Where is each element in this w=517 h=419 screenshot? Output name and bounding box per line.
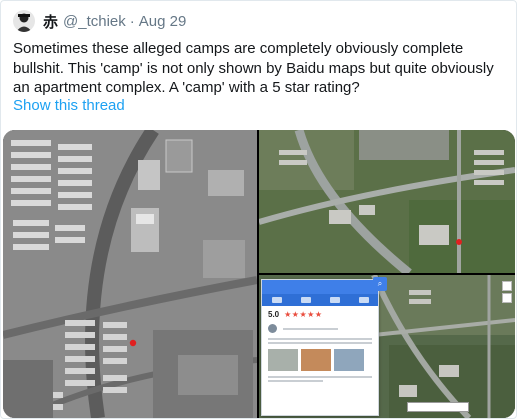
search-icon[interactable]: ⌕ bbox=[373, 277, 387, 291]
reviewer-avatar bbox=[268, 324, 277, 333]
panel-tab-icon[interactable] bbox=[329, 297, 340, 303]
aerial-photo-bw[interactable] bbox=[3, 130, 257, 418]
panel-tab-icon[interactable] bbox=[271, 297, 282, 303]
satellite-photo-color[interactable] bbox=[259, 130, 515, 273]
user-handle[interactable]: @_tchiek bbox=[63, 13, 126, 30]
map-controls bbox=[502, 281, 512, 305]
review-user bbox=[262, 321, 378, 336]
rating-row: 5.0 ★★★★★ bbox=[262, 306, 378, 321]
tweet-date[interactable]: Aug 29 bbox=[139, 13, 187, 30]
text-placeholder-line bbox=[268, 342, 372, 344]
text-placeholder-line bbox=[283, 327, 338, 330]
avatar[interactable] bbox=[13, 10, 35, 32]
panel-tab-icon[interactable] bbox=[358, 297, 369, 303]
text-placeholder-line bbox=[268, 376, 372, 378]
display-name[interactable]: 赤 bbox=[43, 11, 58, 32]
place-info-panel: 5.0 ★★★★★ bbox=[261, 279, 379, 416]
tweet-text: Sometimes these alleged camps are comple… bbox=[13, 40, 494, 96]
star-rating-icon: ★★★★★ bbox=[284, 310, 323, 319]
text-placeholder-line bbox=[268, 380, 323, 382]
map-location-button[interactable] bbox=[407, 402, 469, 412]
tweet-header: 赤 @_tchiek · Aug 29 bbox=[13, 9, 186, 33]
tweet-card[interactable]: 赤 @_tchiek · Aug 29 Sometimes these alle… bbox=[0, 0, 517, 419]
review-photo[interactable] bbox=[301, 349, 331, 371]
panel-tab-icon[interactable] bbox=[300, 297, 311, 303]
show-thread-link[interactable]: Show this thread bbox=[13, 97, 125, 114]
panel-tabs bbox=[262, 294, 378, 306]
separator: · bbox=[129, 12, 135, 30]
baidu-map-screenshot[interactable]: 5.0 ★★★★★ ⌕ bbox=[259, 275, 515, 418]
text-placeholder-line bbox=[268, 338, 372, 340]
zoom-out-icon[interactable] bbox=[502, 293, 512, 303]
review-photos bbox=[262, 346, 378, 374]
review-photo[interactable] bbox=[268, 349, 298, 371]
rating-score: 5.0 bbox=[268, 310, 280, 319]
panel-title-bar bbox=[262, 280, 378, 294]
review-photo[interactable] bbox=[334, 349, 364, 371]
zoom-in-icon[interactable] bbox=[502, 281, 512, 291]
media-grid: 5.0 ★★★★★ ⌕ bbox=[3, 130, 515, 418]
